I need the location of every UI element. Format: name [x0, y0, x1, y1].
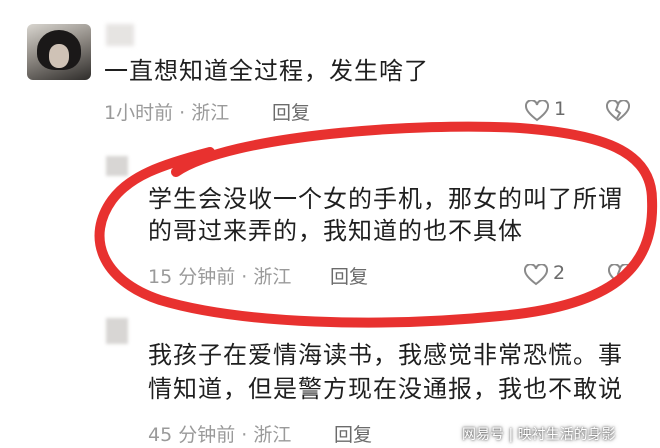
comment-1-meta: 1小时前 · 浙江 [104, 98, 229, 125]
comment-2-like-count: 2 [553, 262, 566, 284]
meta-separator: · [179, 102, 186, 124]
comment-1-like-count: 1 [554, 98, 567, 120]
comment-2-text-line-2: 的哥过来弄的，我知道的也不具体 [148, 217, 523, 245]
meta-separator: · [241, 424, 248, 446]
comment-2-meta: 15 分钟前 · 浙江 [148, 262, 291, 289]
comment-2-time: 15 分钟前 [148, 266, 236, 288]
comment-3-meta: 45 分钟前 · 浙江 [148, 420, 291, 447]
comment-3-text-line-1: 我孩子在爱情海读书，我感觉非常恐慌。事 [148, 341, 623, 369]
broken-heart-icon[interactable] [606, 100, 630, 122]
comment-2-reply-button[interactable]: 回复 [330, 262, 368, 289]
reply-avatar[interactable] [106, 318, 128, 344]
watermark: 网易号 | 映衬生活的身影 [462, 427, 616, 443]
comment-3-time: 45 分钟前 [148, 424, 236, 446]
avatar-face [49, 44, 69, 68]
comment-2-text-line-1: 学生会没收一个女的手机，那女的叫了所谓 [148, 185, 623, 213]
username-blurred [106, 24, 134, 46]
comment-1-text: 一直想知道全过程，发生啥了 [104, 57, 429, 85]
broken-heart-icon[interactable] [608, 264, 632, 286]
heart-icon[interactable] [524, 264, 548, 286]
heart-icon[interactable] [525, 100, 549, 122]
comment-3-reply-button[interactable]: 回复 [334, 420, 372, 447]
comment-3-text-line-2: 情知道，但是警方现在没通报，我也不敢说 [148, 375, 623, 403]
comment-2-location: 浙江 [253, 266, 292, 288]
comment-1-location: 浙江 [191, 102, 230, 124]
reply-avatar[interactable] [106, 156, 128, 176]
avatar[interactable] [27, 24, 91, 80]
comment-3-location: 浙江 [253, 424, 292, 446]
comment-1-reply-button[interactable]: 回复 [272, 98, 310, 125]
meta-separator: · [241, 266, 248, 288]
comment-1-time: 1小时前 [104, 102, 174, 124]
